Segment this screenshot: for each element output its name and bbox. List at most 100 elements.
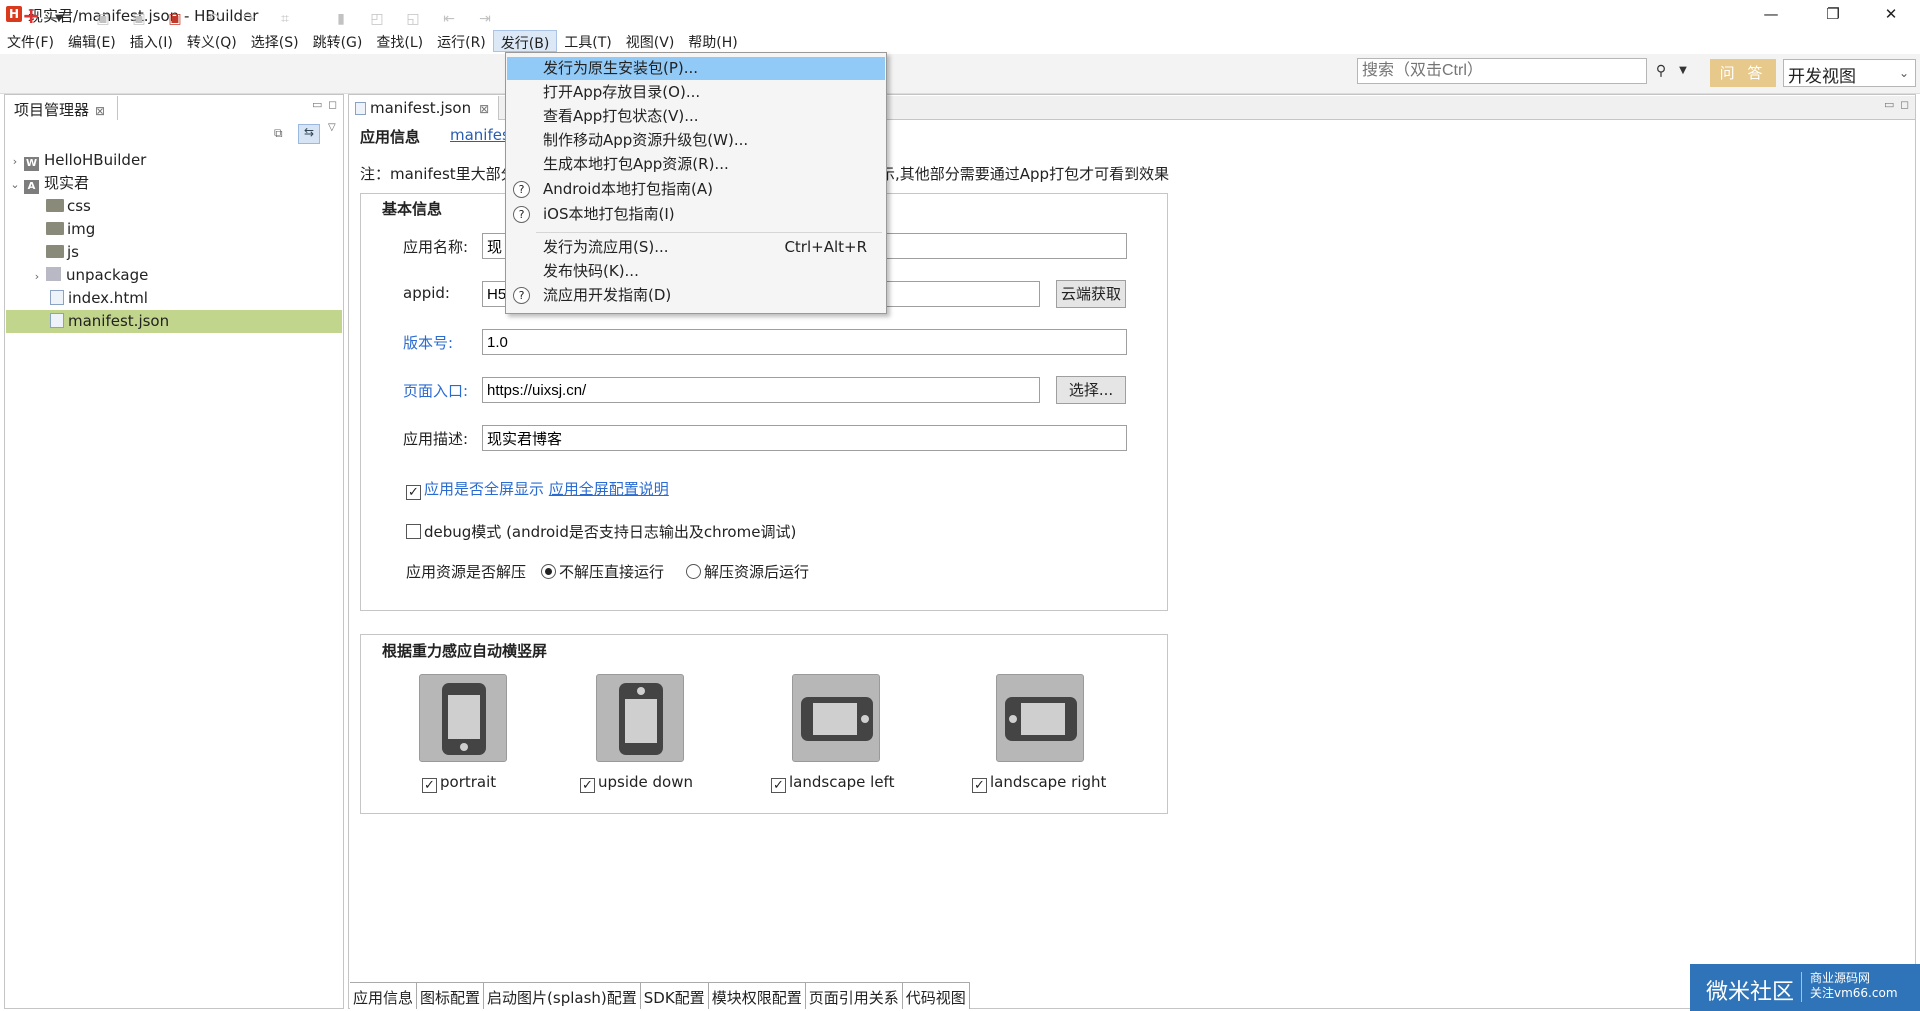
radio-no-unzip-circle[interactable] bbox=[541, 564, 556, 579]
menu-item-local-resources[interactable]: 生成本地打包App资源(R)... bbox=[507, 153, 885, 176]
tab-sdk-config[interactable]: SDK配置 bbox=[640, 982, 709, 1009]
menu-file[interactable]: 文件(F) bbox=[0, 30, 61, 52]
manifest-link[interactable]: manifes bbox=[450, 126, 510, 144]
landscape-left-tile[interactable] bbox=[792, 674, 880, 762]
undo-icon[interactable]: ↶ bbox=[204, 10, 222, 28]
tab-page-references[interactable]: 页面引用关系 bbox=[805, 982, 903, 1009]
project-manager-tab[interactable]: 项目管理器 ⊠ bbox=[6, 96, 118, 120]
entry-input[interactable] bbox=[482, 377, 1040, 403]
redo-icon[interactable]: ↷ bbox=[240, 10, 258, 28]
tree-item-unpackage[interactable]: › unpackage bbox=[6, 264, 342, 287]
menu-insert[interactable]: 插入(I) bbox=[123, 30, 180, 52]
menu-item-ios-guide[interactable]: ? iOS本地打包指南(I) bbox=[507, 203, 885, 226]
next-edit-icon[interactable]: ◱ bbox=[404, 10, 422, 28]
menu-edit[interactable]: 编辑(E) bbox=[61, 30, 123, 52]
upside-down-checkbox[interactable]: ✓ bbox=[580, 778, 595, 793]
portrait-option[interactable]: ✓ portrait bbox=[422, 773, 496, 793]
debug-label[interactable]: debug模式 (android是否支持日志输出及chrome调试) bbox=[424, 523, 796, 541]
revert-icon[interactable]: ▣ bbox=[166, 10, 184, 28]
save-all-icon[interactable]: ▣ bbox=[130, 10, 148, 28]
tree-item-css[interactable]: css bbox=[6, 195, 342, 218]
radio-no-unzip[interactable]: 不解压直接运行 bbox=[541, 561, 664, 582]
tree-item-manifest-json[interactable]: manifest.json bbox=[6, 310, 342, 333]
tree-item-hellohbuilder[interactable]: › W HelloHBuilder bbox=[6, 149, 342, 172]
save-icon[interactable]: ▣ bbox=[94, 10, 112, 28]
menu-publish[interactable]: 发行(B) bbox=[492, 30, 558, 52]
landscape-left-checkbox[interactable]: ✓ bbox=[771, 778, 786, 793]
qa-button[interactable]: 问 答 bbox=[1710, 59, 1776, 87]
menu-help[interactable]: 帮助(H) bbox=[681, 30, 744, 52]
format-icon[interactable]: ⌗ bbox=[276, 10, 294, 28]
tree-item-img[interactable]: img bbox=[6, 218, 342, 241]
prev-edit-icon[interactable]: ◰ bbox=[368, 10, 386, 28]
cloud-fetch-button[interactable]: 云端获取 bbox=[1056, 280, 1126, 308]
collapse-all-icon[interactable]: ⧉ bbox=[274, 126, 283, 141]
desc-input[interactable] bbox=[482, 425, 1127, 451]
menu-item-stream-app[interactable]: 发行为流应用(S)... Ctrl+Alt+R bbox=[507, 236, 885, 259]
portrait-checkbox[interactable]: ✓ bbox=[422, 778, 437, 793]
search-icon[interactable]: ⚲ bbox=[1652, 62, 1670, 80]
link-editor-icon[interactable]: ⇆ bbox=[298, 124, 320, 144]
tree-item-js[interactable]: js bbox=[6, 241, 342, 264]
version-input[interactable] bbox=[482, 329, 1127, 355]
tab-splash-config[interactable]: 启动图片(splash)配置 bbox=[484, 982, 641, 1009]
upside-down-tile[interactable] bbox=[596, 674, 684, 762]
fullscreen-help-link[interactable]: 应用全屏配置说明 bbox=[549, 480, 669, 498]
fullscreen-checkbox[interactable]: ✓ bbox=[406, 485, 421, 500]
upside-down-option[interactable]: ✓ upside down bbox=[580, 773, 693, 793]
version-label[interactable]: 版本号: bbox=[403, 332, 453, 353]
menu-item-upgrade-package[interactable]: 制作移动App资源升级包(W)... bbox=[507, 129, 885, 152]
landscape-right-option[interactable]: ✓ landscape right bbox=[972, 773, 1106, 793]
minimize-view-icon[interactable]: ▭ bbox=[312, 98, 322, 111]
bookmark-icon[interactable]: ▮ bbox=[332, 10, 350, 28]
minimize-button[interactable]: — bbox=[1748, 2, 1794, 26]
menu-item-android-guide[interactable]: ? Android本地打包指南(A) bbox=[507, 178, 885, 201]
entry-label[interactable]: 页面入口: bbox=[403, 380, 468, 401]
jump-right-icon[interactable]: ⇥ bbox=[476, 10, 494, 28]
expand-icon[interactable]: › bbox=[6, 150, 24, 173]
portrait-tile[interactable] bbox=[419, 674, 507, 762]
debug-checkbox[interactable] bbox=[406, 524, 421, 539]
view-select[interactable]: 开发视图 ⌄ bbox=[1783, 59, 1916, 87]
close-tab-icon[interactable]: ⊠ bbox=[479, 102, 489, 116]
menu-escape[interactable]: 转义(Q) bbox=[180, 30, 244, 52]
view-menu-icon[interactable]: ▽ bbox=[328, 122, 336, 133]
menu-item-stream-guide[interactable]: ? 流应用开发指南(D) bbox=[507, 284, 885, 307]
tab-manifest-json[interactable]: manifest.json ⊠ bbox=[349, 96, 499, 120]
menu-select[interactable]: 选择(S) bbox=[244, 30, 306, 52]
new-plus-icon[interactable]: + bbox=[22, 6, 40, 28]
close-button[interactable]: ✕ bbox=[1868, 2, 1914, 26]
sub-tab-app-info[interactable]: 应用信息 bbox=[360, 126, 420, 147]
menu-item-open-app-dir[interactable]: 打开App存放目录(O)... bbox=[507, 81, 885, 104]
fullscreen-label[interactable]: 应用是否全屏显示 bbox=[424, 480, 544, 498]
radio-unzip[interactable]: 解压资源后运行 bbox=[686, 561, 809, 582]
menu-item-package-status[interactable]: 查看App打包状态(V)... bbox=[507, 105, 885, 128]
search-dropdown-icon[interactable]: ▼ bbox=[1674, 62, 1692, 80]
maximize-editor-icon[interactable]: ◻ bbox=[1900, 98, 1909, 111]
choose-button[interactable]: 选择... bbox=[1056, 376, 1126, 404]
collapse-icon[interactable]: ⌄ bbox=[6, 173, 24, 196]
landscape-left-option[interactable]: ✓ landscape left bbox=[771, 773, 894, 793]
expand-icon[interactable]: › bbox=[28, 265, 46, 288]
maximize-button[interactable]: ❐ bbox=[1810, 2, 1856, 26]
landscape-right-checkbox[interactable]: ✓ bbox=[972, 778, 987, 793]
radio-unzip-circle[interactable] bbox=[686, 564, 701, 579]
tab-icon-config[interactable]: 图标配置 bbox=[417, 982, 485, 1009]
jump-left-icon[interactable]: ⇤ bbox=[440, 10, 458, 28]
menu-view[interactable]: 视图(V) bbox=[619, 30, 682, 52]
tree-item-xianshijun[interactable]: ⌄ A 现实君 bbox=[6, 172, 342, 195]
tab-module-permissions[interactable]: 模块权限配置 bbox=[708, 982, 806, 1009]
menu-run[interactable]: 运行(R) bbox=[430, 30, 493, 52]
menu-item-native-package[interactable]: 发行为原生安装包(P)... bbox=[507, 57, 885, 80]
landscape-right-tile[interactable] bbox=[996, 674, 1084, 762]
menu-tools[interactable]: 工具(T) bbox=[557, 30, 618, 52]
close-tab-icon[interactable]: ⊠ bbox=[95, 104, 105, 118]
new-dropdown-icon[interactable]: ▼ bbox=[50, 10, 68, 28]
menu-goto[interactable]: 跳转(G) bbox=[306, 30, 370, 52]
search-input[interactable] bbox=[1357, 58, 1647, 84]
menu-item-quick-code[interactable]: 发布快码(K)... bbox=[507, 260, 885, 283]
tab-code-view[interactable]: 代码视图 bbox=[902, 982, 970, 1009]
tree-item-index-html[interactable]: index.html bbox=[6, 287, 342, 310]
menu-find[interactable]: 查找(L) bbox=[369, 30, 430, 52]
maximize-view-icon[interactable]: ◻ bbox=[328, 98, 337, 111]
